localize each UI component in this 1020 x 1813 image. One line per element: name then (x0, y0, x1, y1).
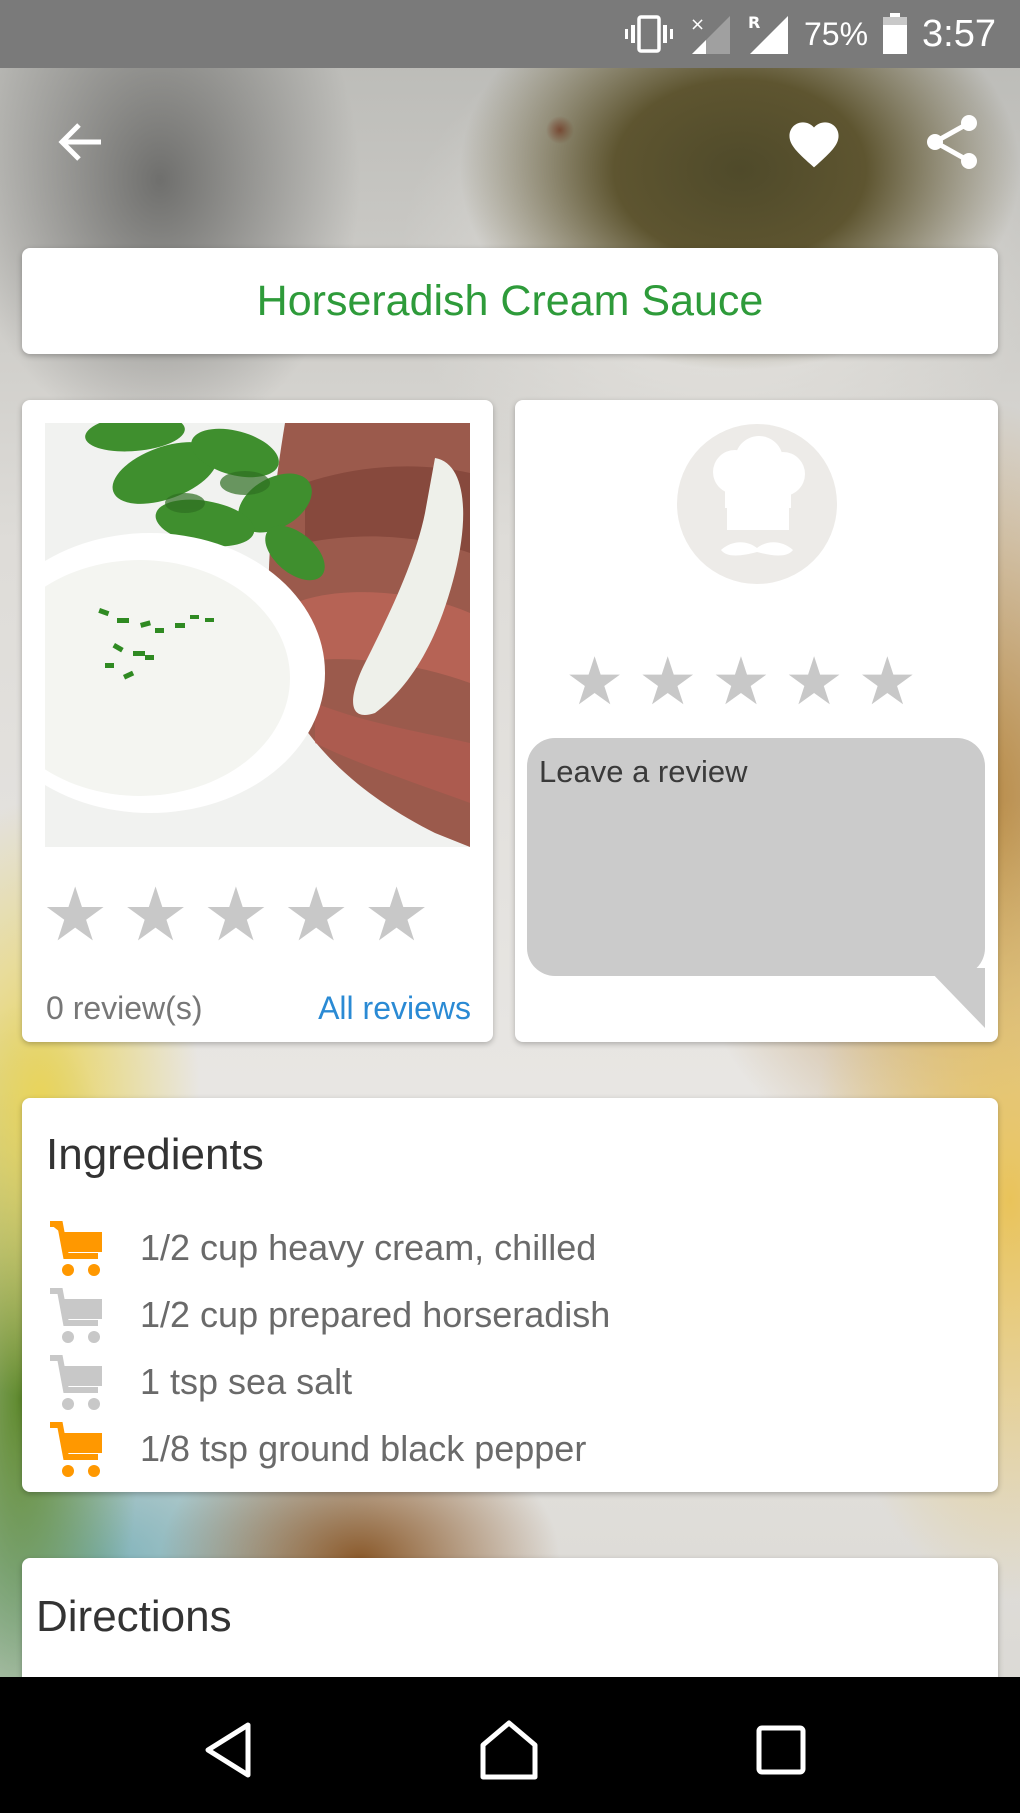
nav-home-icon (480, 1720, 538, 1780)
battery-percent: 75% (803, 15, 869, 52)
recipe-title-card: Horseradish Cream Sauce (22, 248, 998, 354)
ingredient-item[interactable]: 1/2 cup heavy cream, chilled (46, 1214, 610, 1281)
review-star-button[interactable]: ★ (785, 648, 844, 714)
signal-roaming-icon: R (746, 12, 790, 56)
signal-no-sim-icon: × (688, 12, 732, 56)
rating-star: ★ (122, 873, 189, 956)
ingredient-list: 1/2 cup heavy cream, chilled 1/2 cup pre… (46, 1214, 610, 1482)
heart-icon (789, 122, 839, 168)
rating-star: ★ (42, 873, 109, 956)
review-star-button[interactable]: ★ (711, 648, 770, 714)
cart-icon-inactive[interactable] (46, 1351, 112, 1413)
vibrate-icon (624, 14, 674, 54)
arrow-back-icon (58, 123, 101, 161)
ingredient-text: 1 tsp sea salt (140, 1360, 353, 1402)
share-button[interactable] (922, 112, 982, 172)
directions-title: Directions (36, 1592, 232, 1641)
ingredient-item[interactable]: 1/8 tsp ground black pepper (46, 1415, 610, 1482)
back-button[interactable] (50, 112, 110, 172)
review-bubble (527, 738, 985, 1028)
cart-icon-inactive[interactable] (46, 1284, 112, 1346)
favorite-button[interactable] (784, 112, 844, 172)
chef-hat-icon (677, 424, 837, 584)
review-text-input[interactable] (527, 738, 985, 976)
ingredient-text: 1/2 cup prepared horseradish (140, 1293, 611, 1335)
share-icon (927, 115, 977, 169)
reviews-count: 0 review(s) (46, 990, 203, 1026)
system-navigation-bar (0, 1677, 1020, 1813)
nav-back-icon (205, 1722, 251, 1778)
nav-recents-button[interactable] (746, 1715, 816, 1785)
nav-back-button[interactable] (194, 1715, 264, 1785)
svg-text:R: R (748, 13, 760, 32)
recipe-title: Horseradish Cream Sauce (256, 276, 764, 325)
recipe-rating-stars: ★ ★ ★ ★ ★ (42, 878, 430, 952)
review-star-button[interactable]: ★ (858, 648, 917, 714)
svg-text:×: × (690, 14, 705, 35)
status-bar: × R 75% 3:57 (0, 0, 1020, 68)
rating-star: ★ (363, 873, 430, 956)
clock: 3:57 (922, 12, 996, 55)
recipe-photo-card: ★ ★ ★ ★ ★ 0 review(s) All reviews (22, 400, 493, 1042)
ingredients-card: Ingredients 1/2 cup heavy cream, chilled… (22, 1098, 998, 1492)
nav-home-button[interactable] (474, 1715, 544, 1785)
all-reviews-link[interactable]: All reviews (318, 990, 471, 1027)
cart-icon-active[interactable] (46, 1418, 112, 1480)
review-star-button[interactable]: ★ (565, 648, 624, 714)
ingredient-item[interactable]: 1 tsp sea salt (46, 1348, 610, 1415)
rating-star: ★ (202, 873, 270, 956)
recipe-photo[interactable] (45, 423, 470, 847)
review-star-button[interactable]: ★ (638, 648, 697, 714)
ingredient-item[interactable]: 1/2 cup prepared horseradish (46, 1281, 610, 1348)
ingredients-title: Ingredients (46, 1130, 264, 1179)
nav-recents-icon (756, 1725, 806, 1775)
cart-icon-active[interactable] (46, 1217, 112, 1279)
ingredient-text: 1/2 cup heavy cream, chilled (140, 1226, 597, 1268)
ingredient-text: 1/8 tsp ground black pepper (140, 1427, 587, 1469)
battery-icon (882, 13, 908, 55)
leave-review-card: ★ ★ ★ ★ ★ (515, 400, 998, 1042)
review-rating-input[interactable]: ★ ★ ★ ★ ★ (565, 648, 917, 714)
rating-star: ★ (283, 873, 350, 956)
